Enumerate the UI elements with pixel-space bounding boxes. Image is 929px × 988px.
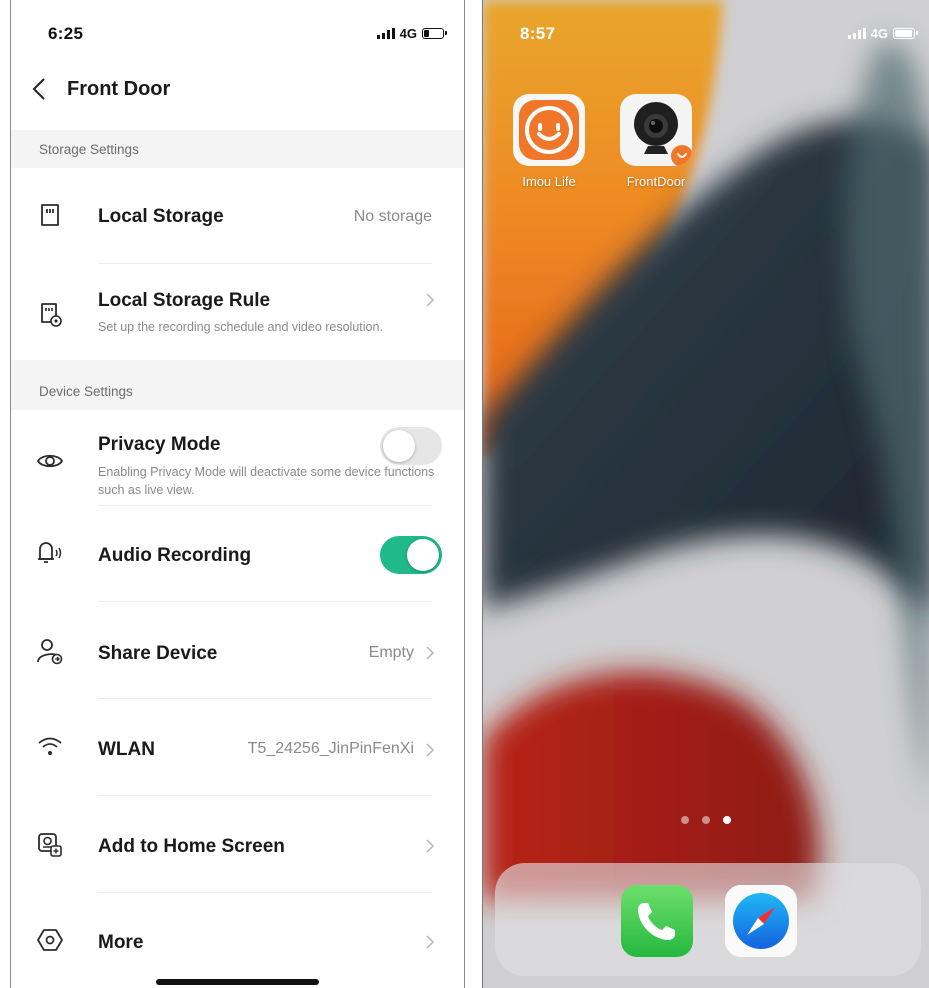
status-time: 6:25 <box>48 24 84 43</box>
add-to-home-screen-row[interactable]: Add to Home Screen <box>11 796 464 893</box>
local-storage-row[interactable]: Local Storage No storage <box>11 168 464 264</box>
share-user-icon <box>37 639 63 665</box>
local-storage-rule-label: Local Storage Rule <box>98 290 271 311</box>
network-label: 4G <box>870 26 888 41</box>
privacy-mode-row: Privacy Mode Enabling Privacy Mode will … <box>11 410 464 506</box>
more-row[interactable]: More <box>11 893 464 988</box>
home-indicator <box>156 979 319 985</box>
chevron-right-icon <box>426 293 435 307</box>
wlan-value: T5_24256_JinPinFenXi <box>247 740 414 757</box>
page-dot-active <box>723 816 731 824</box>
wifi-icon <box>38 737 62 755</box>
imou-life-app-icon <box>513 94 585 166</box>
back-arrow-icon[interactable] <box>27 76 53 102</box>
battery-icon <box>422 28 447 39</box>
privacy-mode-desc: Enabling Privacy Mode will deactivate so… <box>98 465 435 497</box>
page-dot <box>702 816 710 824</box>
wlan-row[interactable]: WLAN T5_24256_JinPinFenXi <box>11 699 464 796</box>
sd-card-settings-icon <box>41 303 62 327</box>
app-label: FrontDoor <box>626 174 686 189</box>
chevron-right-icon <box>426 839 435 853</box>
sd-card-icon <box>41 204 59 226</box>
audio-recording-row: Audio Recording <box>11 506 464 602</box>
local-storage-rule-desc: Set up the recording schedule and video … <box>98 320 383 334</box>
page-indicator[interactable] <box>483 816 929 824</box>
battery-icon <box>893 28 918 39</box>
home-screen-phone: 8:57 4G Imou Life FrontDoor <box>482 0 929 988</box>
add-camera-icon <box>38 833 62 857</box>
chevron-right-icon <box>426 743 435 757</box>
share-device-row[interactable]: Share Device Empty <box>11 602 464 699</box>
status-time: 8:57 <box>520 24 556 43</box>
app-imou-life[interactable]: Imou Life <box>513 94 585 189</box>
app-frontdoor[interactable]: FrontDoor <box>620 94 692 189</box>
add-to-home-screen-label: Add to Home Screen <box>98 836 285 857</box>
local-storage-value: No storage <box>353 208 432 225</box>
section-storage-settings: Storage Settings <box>11 130 464 168</box>
more-label: More <box>98 932 144 953</box>
share-device-value: Empty <box>368 644 414 661</box>
signal-icon <box>376 28 395 39</box>
page-title: Front Door <box>67 78 171 100</box>
wlan-label: WLAN <box>98 739 155 760</box>
chevron-right-icon <box>426 935 435 949</box>
network-label: 4G <box>399 26 417 41</box>
audio-recording-label: Audio Recording <box>98 545 252 566</box>
safari-app-icon[interactable] <box>725 885 797 957</box>
status-bar: 8:57 4G <box>483 0 929 60</box>
audio-recording-toggle[interactable] <box>380 536 442 574</box>
privacy-mode-toggle[interactable] <box>380 427 442 465</box>
camera-shortcut-icon <box>620 94 692 166</box>
local-storage-rule-row[interactable]: Local Storage Rule Set up the recording … <box>11 264 464 360</box>
hexagon-settings-icon <box>37 929 63 951</box>
status-bar: 6:25 4G <box>11 0 464 60</box>
app-label: Imou Life <box>522 174 576 189</box>
privacy-mode-label: Privacy Mode <box>98 434 221 455</box>
settings-phone-screen: 6:25 4G Front Door Storage Settings Loca… <box>10 0 465 988</box>
page-dot <box>681 816 689 824</box>
phone-app-icon[interactable] <box>621 885 693 957</box>
doorbell-audio-icon <box>38 542 62 563</box>
chevron-right-icon <box>426 646 435 660</box>
dock <box>495 863 921 976</box>
share-device-label: Share Device <box>98 643 218 664</box>
signal-icon <box>847 28 866 39</box>
local-storage-label: Local Storage <box>98 206 224 227</box>
nav-header: Front Door <box>11 70 464 110</box>
eye-icon <box>37 454 63 468</box>
section-device-settings: Device Settings <box>11 360 464 410</box>
app-grid: Imou Life FrontDoor <box>513 94 692 189</box>
